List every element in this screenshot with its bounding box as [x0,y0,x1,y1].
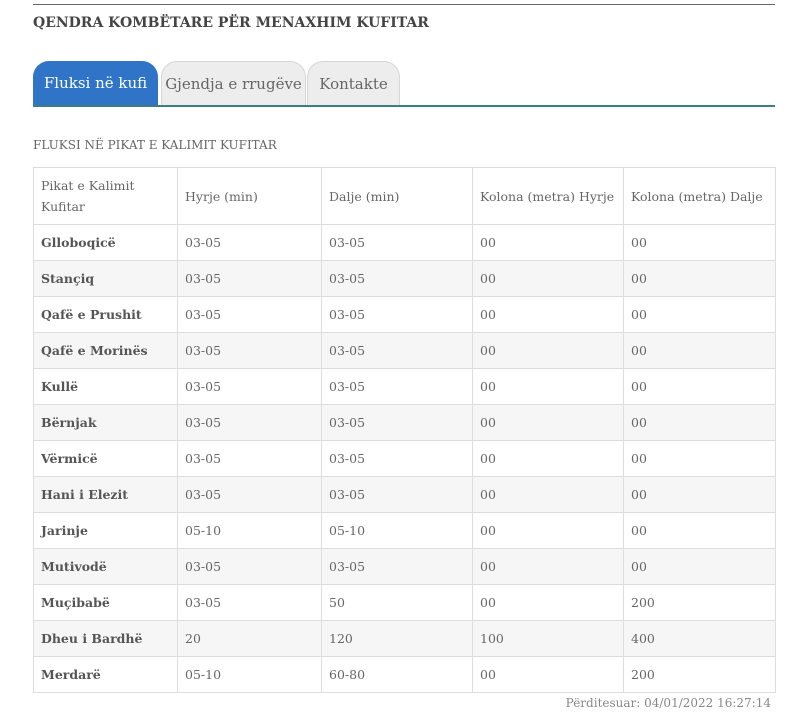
queue-exit-cell: 00 [623,512,776,549]
crossing-point-cell: Glloboqicë [33,224,178,261]
queue-entry-cell: 100 [472,620,624,657]
top-divider [33,4,775,5]
crossing-point-cell: Mutivodë [33,548,178,585]
crossing-point-cell: Qafë e Morinës [33,332,178,369]
exit-minutes-cell: 03-05 [321,260,473,297]
table-row: Dheu i Bardhë 20 120 100 400 [33,620,776,657]
queue-entry-cell: 00 [472,512,624,549]
entry-minutes-cell: 05-10 [177,512,322,549]
entry-minutes-cell: 03-05 [177,584,322,621]
section-title: FLUKSI NË PIKAT E KALIMIT KUFITAR [33,138,277,152]
queue-exit-cell: 00 [623,224,776,261]
queue-entry-cell: 00 [472,368,624,405]
tab-gjendja-e-rrugeve[interactable]: Gjendja e rrugëve [161,61,306,105]
crossing-point-cell: Vërmicë [33,440,178,477]
exit-minutes-cell: 03-05 [321,296,473,333]
page-title: QENDRA KOMBËTARE PËR MENAXHIM KUFITAR [33,15,429,31]
entry-minutes-cell: 03-05 [177,260,322,297]
queue-exit-cell: 00 [623,296,776,333]
crossing-point-cell: Kullë [33,368,178,405]
exit-minutes-cell: 03-05 [321,368,473,405]
table-row: Qafë e Morinës 03-05 03-05 00 00 [33,332,776,369]
table-row: Hani i Elezit 03-05 03-05 00 00 [33,476,776,513]
queue-entry-cell: 00 [472,260,624,297]
entry-minutes-cell: 03-05 [177,224,322,261]
queue-entry-cell: 00 [472,440,624,477]
table-row: Glloboqicë 03-05 03-05 00 00 [33,224,776,261]
exit-minutes-cell: 50 [321,584,473,621]
queue-entry-cell: 00 [472,296,624,333]
queue-entry-cell: 00 [472,548,624,585]
queue-exit-cell: 00 [623,476,776,513]
queue-exit-cell: 200 [623,584,776,621]
exit-minutes-cell: 60-80 [321,656,473,693]
entry-minutes-cell: 03-05 [177,296,322,333]
queue-exit-cell: 00 [623,260,776,297]
queue-exit-cell: 00 [623,440,776,477]
table-row: Qafë e Prushit 03-05 03-05 00 00 [33,296,776,333]
column-header-queue-entry: Kolona (metra) Hyrje [472,167,624,225]
crossing-point-cell: Bërnjak [33,404,178,441]
table-row: Kullë 03-05 03-05 00 00 [33,368,776,405]
crossing-point-cell: Hani i Elezit [33,476,178,513]
exit-minutes-cell: 120 [321,620,473,657]
table-row: Mutivodë 03-05 03-05 00 00 [33,548,776,585]
queue-exit-cell: 00 [623,548,776,585]
queue-entry-cell: 00 [472,656,624,693]
table-row: Vërmicë 03-05 03-05 00 00 [33,440,776,477]
column-header-crossing-point: Pikat e Kalimit Kufitar [33,167,178,225]
entry-minutes-cell: 20 [177,620,322,657]
crossing-point-cell: Dheu i Bardhë [33,620,178,657]
queue-exit-cell: 00 [623,332,776,369]
queue-entry-cell: 00 [472,476,624,513]
queue-exit-cell: 00 [623,404,776,441]
exit-minutes-cell: 03-05 [321,404,473,441]
exit-minutes-cell: 03-05 [321,224,473,261]
table-body: Glloboqicë 03-05 03-05 00 00 Stançiq 03-05 03-0… [33,224,776,693]
column-header-queue-exit: Kolona (metra) Dalje [623,167,776,225]
queue-exit-cell: 200 [623,656,776,693]
table-row: Jarinje 05-10 05-10 00 00 [33,512,776,549]
crossing-point-cell: Merdarë [33,656,178,693]
queue-entry-cell: 00 [472,584,624,621]
crossing-point-cell: Stançiq [33,260,178,297]
crossing-point-cell: Jarinje [33,512,178,549]
queue-entry-cell: 00 [472,224,624,261]
queue-entry-cell: 00 [472,332,624,369]
entry-minutes-cell: 05-10 [177,656,322,693]
entry-minutes-cell: 03-05 [177,548,322,585]
table-header-row: Pikat e Kalimit Kufitar Hyrje (min) Dalj… [33,167,776,225]
entry-minutes-cell: 03-05 [177,332,322,369]
crossing-point-cell: Qafë e Prushit [33,296,178,333]
queue-exit-cell: 00 [623,368,776,405]
entry-minutes-cell: 03-05 [177,368,322,405]
tab-bar: Fluksi në kufi Gjendja e rrugëve Kontakt… [33,61,775,107]
entry-minutes-cell: 03-05 [177,404,322,441]
border-flux-table: Pikat e Kalimit Kufitar Hyrje (min) Dalj… [33,167,776,693]
last-updated-timestamp: Përditesuar: 04/01/2022 16:27:14 [565,696,771,710]
exit-minutes-cell: 03-05 [321,548,473,585]
exit-minutes-cell: 03-05 [321,332,473,369]
table-row: Bërnjak 03-05 03-05 00 00 [33,404,776,441]
queue-exit-cell: 400 [623,620,776,657]
tab-fluksi-ne-kufi[interactable]: Fluksi në kufi [33,61,158,105]
table-row: Muçibabë 03-05 50 00 200 [33,584,776,621]
table-row: Merdarë 05-10 60-80 00 200 [33,656,776,693]
column-header-entry-minutes: Hyrje (min) [177,167,322,225]
column-header-exit-minutes: Dalje (min) [321,167,473,225]
exit-minutes-cell: 03-05 [321,440,473,477]
entry-minutes-cell: 03-05 [177,476,322,513]
entry-minutes-cell: 03-05 [177,440,322,477]
table-row: Stançiq 03-05 03-05 00 00 [33,260,776,297]
crossing-point-cell: Muçibabë [33,584,178,621]
tab-underline [33,105,775,107]
exit-minutes-cell: 05-10 [321,512,473,549]
tab-kontakte[interactable]: Kontakte [307,61,400,105]
queue-entry-cell: 00 [472,404,624,441]
exit-minutes-cell: 03-05 [321,476,473,513]
